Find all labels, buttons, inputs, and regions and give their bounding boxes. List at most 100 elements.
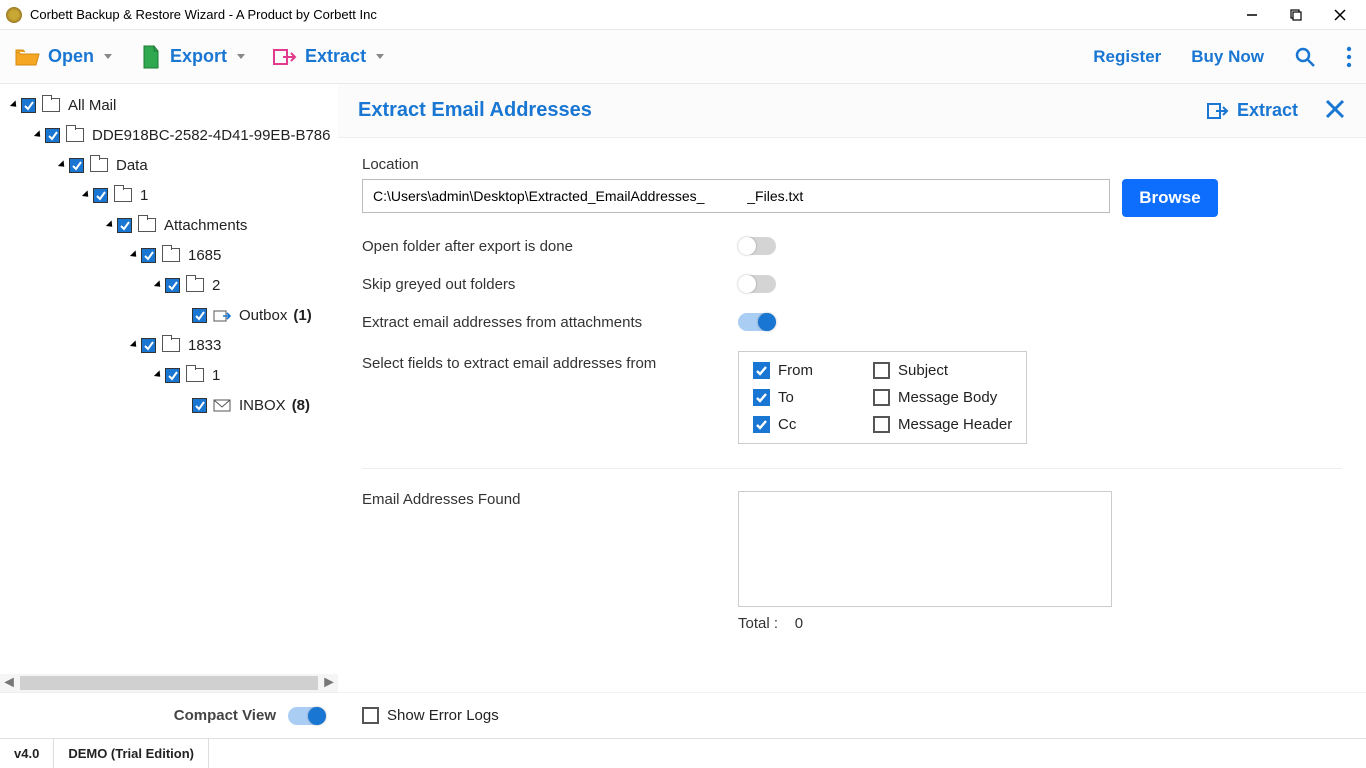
checkbox[interactable] bbox=[141, 338, 156, 353]
tree-item-inbox[interactable]: INBOX (8) bbox=[0, 390, 338, 420]
extract-label: Extract bbox=[305, 46, 366, 67]
folder-icon bbox=[66, 128, 84, 142]
checkbox[interactable] bbox=[192, 398, 207, 413]
folder-icon bbox=[90, 158, 108, 172]
checkbox[interactable] bbox=[117, 218, 132, 233]
folder-icon bbox=[186, 368, 204, 382]
close-button[interactable] bbox=[1330, 5, 1350, 25]
field-from-checkbox[interactable]: From bbox=[753, 362, 813, 379]
register-link[interactable]: Register bbox=[1093, 47, 1161, 67]
checkbox[interactable] bbox=[21, 98, 36, 113]
tree-item-2[interactable]: 2 bbox=[0, 270, 338, 300]
version-label: v4.0 bbox=[0, 739, 54, 768]
chevron-down-icon bbox=[130, 250, 139, 259]
show-error-logs-label: Show Error Logs bbox=[387, 707, 499, 724]
checkbox[interactable] bbox=[141, 248, 156, 263]
scroll-left-icon[interactable]: ◄ bbox=[0, 674, 18, 692]
tree-label: 1685 bbox=[188, 247, 221, 264]
field-label: Subject bbox=[898, 362, 948, 379]
location-input[interactable] bbox=[362, 179, 1110, 213]
scroll-right-icon[interactable]: ► bbox=[320, 674, 338, 692]
tree-item-1833[interactable]: 1833 bbox=[0, 330, 338, 360]
folder-open-icon bbox=[14, 46, 40, 68]
export-button[interactable]: Export bbox=[140, 44, 245, 70]
titlebar: Corbett Backup & Restore Wizard - A Prod… bbox=[0, 0, 1366, 30]
tree-label: 1833 bbox=[188, 337, 221, 354]
item-count: (1) bbox=[293, 307, 311, 324]
caret-down-icon bbox=[237, 54, 245, 59]
tree-label: All Mail bbox=[68, 97, 116, 114]
checkbox[interactable] bbox=[192, 308, 207, 323]
mail-icon bbox=[213, 398, 231, 412]
checkbox[interactable] bbox=[45, 128, 60, 143]
close-icon bbox=[1324, 98, 1346, 120]
search-button[interactable] bbox=[1294, 46, 1316, 68]
chevron-down-icon bbox=[34, 130, 43, 139]
field-cc-checkbox[interactable]: Cc bbox=[753, 416, 813, 433]
minimize-button[interactable] bbox=[1242, 5, 1262, 25]
buy-now-link[interactable]: Buy Now bbox=[1191, 47, 1264, 67]
edition-label: DEMO (Trial Edition) bbox=[54, 739, 209, 768]
folder-icon bbox=[42, 98, 60, 112]
status-spacer: . bbox=[209, 739, 241, 768]
tree-label: Outbox bbox=[239, 307, 287, 324]
checkbox[interactable] bbox=[165, 368, 180, 383]
extract-icon bbox=[273, 47, 297, 67]
tree-item-all-mail[interactable]: All Mail bbox=[0, 90, 338, 120]
field-to-checkbox[interactable]: To bbox=[753, 389, 813, 406]
fields-box: From To Cc Subject Message Body Message … bbox=[738, 351, 1027, 444]
from-attachments-label: Extract email addresses from attachments bbox=[362, 314, 738, 331]
extract-button[interactable]: Extract bbox=[273, 46, 384, 67]
field-label: Cc bbox=[778, 416, 796, 433]
addresses-found-box bbox=[738, 491, 1112, 607]
checkbox[interactable] bbox=[93, 188, 108, 203]
total-row: Total : 0 bbox=[738, 615, 1112, 632]
export-label: Export bbox=[170, 46, 227, 67]
export-icon bbox=[140, 44, 162, 70]
field-header-checkbox[interactable]: Message Header bbox=[873, 416, 1012, 433]
maximize-button[interactable] bbox=[1286, 5, 1306, 25]
skip-greyed-toggle[interactable] bbox=[738, 275, 776, 293]
divider bbox=[362, 468, 1342, 469]
field-body-checkbox[interactable]: Message Body bbox=[873, 389, 1012, 406]
field-subject-checkbox[interactable]: Subject bbox=[873, 362, 1012, 379]
tree-item-1b[interactable]: 1 bbox=[0, 360, 338, 390]
checkbox[interactable] bbox=[69, 158, 84, 173]
chevron-down-icon bbox=[82, 190, 91, 199]
compact-view-toggle[interactable] bbox=[288, 707, 326, 725]
tree-item-1a[interactable]: 1 bbox=[0, 180, 338, 210]
tree-item-outbox[interactable]: Outbox (1) bbox=[0, 300, 338, 330]
tree-item-attachments[interactable]: Attachments bbox=[0, 210, 338, 240]
total-label: Total : bbox=[738, 615, 778, 632]
tree-item-data[interactable]: Data bbox=[0, 150, 338, 180]
folder-icon bbox=[186, 278, 204, 292]
open-folder-label: Open folder after export is done bbox=[362, 238, 738, 255]
horizontal-scrollbar[interactable]: ◄ ► bbox=[0, 674, 338, 692]
addresses-found-label: Email Addresses Found bbox=[362, 491, 738, 508]
field-label: To bbox=[778, 389, 794, 406]
open-folder-toggle[interactable] bbox=[738, 237, 776, 255]
folder-tree-sidebar: All Mail DDE918BC-2582-4D41-99EB-B786 Da… bbox=[0, 84, 338, 738]
open-button[interactable]: Open bbox=[14, 46, 112, 68]
browse-button[interactable]: Browse bbox=[1122, 179, 1218, 217]
skip-greyed-label: Skip greyed out folders bbox=[362, 276, 738, 293]
open-label: Open bbox=[48, 46, 94, 67]
folder-icon bbox=[114, 188, 132, 202]
extract-panel: Extract Email Addresses Extract Location… bbox=[338, 84, 1366, 738]
panel-title: Extract Email Addresses bbox=[358, 99, 592, 122]
show-error-logs-checkbox[interactable]: Show Error Logs bbox=[362, 707, 1342, 724]
extract-action-button[interactable]: Extract bbox=[1207, 100, 1298, 121]
more-button[interactable] bbox=[1346, 46, 1352, 68]
scrollbar-thumb[interactable] bbox=[20, 676, 318, 690]
close-panel-button[interactable] bbox=[1324, 95, 1346, 127]
more-vertical-icon bbox=[1346, 46, 1352, 68]
from-attachments-toggle[interactable] bbox=[738, 313, 776, 331]
field-label: Message Body bbox=[898, 389, 997, 406]
tree-item-1685[interactable]: 1685 bbox=[0, 240, 338, 270]
caret-down-icon bbox=[376, 54, 384, 59]
extract-action-label: Extract bbox=[1237, 100, 1298, 121]
checkbox[interactable] bbox=[165, 278, 180, 293]
chevron-down-icon bbox=[10, 100, 19, 109]
tree-item-guid[interactable]: DDE918BC-2582-4D41-99EB-B786 bbox=[0, 120, 338, 150]
folder-icon bbox=[138, 218, 156, 232]
